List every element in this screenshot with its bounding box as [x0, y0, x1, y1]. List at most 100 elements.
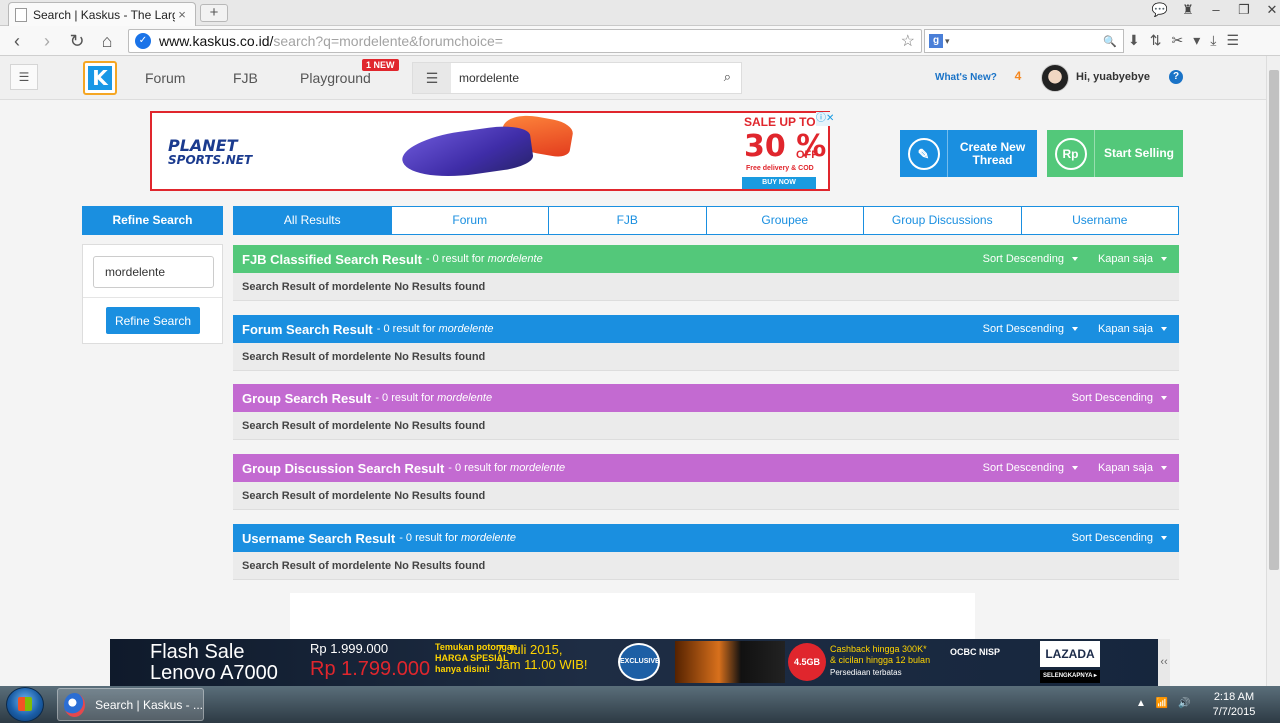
taskbar-browser-item[interactable]: Search | Kaskus - ... [57, 688, 204, 721]
kaskus-logo-icon: K [88, 66, 112, 90]
sort-dropdown[interactable]: Sort Descending [975, 323, 1090, 335]
start-button[interactable] [6, 687, 44, 722]
tab-fjb[interactable]: FJB [549, 206, 707, 235]
avatar[interactable] [1041, 64, 1069, 92]
refine-search-button[interactable]: Refine Search [106, 307, 200, 334]
download-extension-icon[interactable]: ⬇ [1128, 32, 1140, 49]
search-icon[interactable]: 🔍 [1103, 35, 1117, 48]
section-result-text: Search Result of mordelente No Results f… [233, 343, 1179, 371]
ad-brand-logo: PLANET SPORTS.NET [168, 138, 252, 168]
time-dropdown[interactable]: Kapan saja [1090, 323, 1179, 335]
section-controls: Sort Descending [1064, 532, 1179, 544]
flash-sale-ad[interactable]: Flash Sale Lenovo A7000 Rp 1.999.000 Rp … [110, 639, 1169, 686]
section-count-text: - 0 result for [376, 323, 436, 335]
section-header: FJB Classified Search Result - 0 result … [233, 245, 1179, 273]
nav-fjb[interactable]: FJB [233, 70, 258, 86]
collapse-ad-icon[interactable]: ‹‹ [1158, 639, 1170, 686]
help-icon[interactable]: ? [1169, 70, 1183, 84]
ad-sale-text: SALE UP TO [744, 115, 816, 129]
address-bar[interactable]: ✓ www.kaskus.co.id/ search?q=mordelente&… [128, 29, 922, 53]
network-icon[interactable]: 📶 [1156, 698, 1168, 709]
downloads-icon[interactable]: ⤓ [1210, 32, 1216, 49]
new-tab-button[interactable]: + [200, 4, 228, 22]
section-query: mordelente [460, 532, 516, 544]
user-greeting[interactable]: Hi, yuabyebye [1076, 71, 1150, 83]
time-dropdown[interactable]: Kapan saja [1090, 253, 1179, 265]
ad-buy-now-button[interactable]: BUY NOW [742, 177, 816, 189]
search-category-menu-icon[interactable]: ☰ [413, 63, 451, 93]
page-scrollbar[interactable] [1266, 56, 1280, 686]
flash-price-old: Rp 1.999.000 [310, 641, 389, 656]
tab-title: Search | Kaskus - The Larg [33, 7, 175, 22]
username-result-section: Username Search Result - 0 result for mo… [233, 524, 1179, 580]
home-button[interactable]: ⌂ [96, 30, 118, 52]
sort-label: Sort Descending [1071, 392, 1153, 404]
profile-icon[interactable]: ♜ [1174, 2, 1202, 18]
caret-down-icon [1161, 536, 1167, 540]
tab-groupee[interactable]: Groupee [706, 206, 864, 235]
tab-group-discussions[interactable]: Group Discussions [864, 206, 1022, 235]
kaskus-header: ☰ K Forum FJB Playground 1 NEW ☰ ⌕ What'… [0, 56, 1266, 100]
tab-all-results[interactable]: All Results [233, 206, 392, 235]
tab-forum[interactable]: Forum [391, 206, 549, 235]
nav-playground[interactable]: Playground [300, 70, 371, 86]
flash-date-line2: Jam 11.00 WIB! [496, 657, 588, 672]
sort-dropdown[interactable]: Sort Descending [1064, 392, 1179, 404]
browser-search-box[interactable]: g ▾ 🔍 [924, 29, 1124, 53]
bookmark-star-icon[interactable]: ☆ [901, 31, 915, 51]
clock-date: 7/7/2015 [1212, 706, 1256, 718]
tab-close-icon[interactable]: × [175, 7, 189, 22]
search-submit-icon[interactable]: ⌕ [724, 69, 731, 85]
search-engine-dropdown-icon[interactable]: ▾ [945, 36, 950, 47]
side-menu-button[interactable]: ☰ [10, 64, 38, 90]
chat-icon[interactable]: 💬 [1146, 2, 1174, 18]
forward-button[interactable]: › [36, 30, 58, 52]
browser-app-icon [64, 692, 86, 717]
scrollbar-thumb[interactable] [1269, 70, 1279, 570]
sort-dropdown[interactable]: Sort Descending [1064, 532, 1179, 544]
minimize-button[interactable]: – [1202, 2, 1230, 18]
search-input[interactable] [459, 69, 699, 87]
planet-sports-ad[interactable]: PLANET SPORTS.NET SALE UP TO 30 % OFF Fr… [150, 111, 830, 191]
caret-down-icon [1071, 327, 1078, 331]
section-count-text: - 0 result for [448, 462, 507, 474]
new-badge: 1 NEW [362, 59, 399, 71]
tab-username[interactable]: Username [1021, 206, 1179, 235]
search-engine-icon[interactable]: g [929, 34, 943, 48]
maximize-button[interactable]: ❐ [1230, 2, 1258, 18]
section-title: Group Search Result [242, 390, 372, 406]
kaskus-logo[interactable]: K [83, 61, 117, 95]
fjb-result-section: FJB Classified Search Result - 0 result … [233, 245, 1179, 301]
bank-logo: OCBC NISP [950, 647, 1001, 657]
extension-dropdown-icon[interactable]: ▾ [1193, 32, 1200, 49]
sync-extension-icon[interactable]: ⇅ [1150, 32, 1162, 49]
cashback-line1: Cashback hingga 300K* [830, 644, 927, 654]
browser-menu-icon[interactable]: ☰ [1226, 32, 1239, 49]
refine-search-input[interactable] [93, 256, 214, 288]
section-result-text: Search Result of mordelente No Results f… [233, 273, 1179, 301]
create-thread-button[interactable]: ✎ Create New Thread [900, 130, 1037, 177]
clip-extension-icon[interactable]: ✂ [1171, 32, 1183, 49]
volume-icon[interactable]: 🔊 [1178, 698, 1190, 709]
flash-price-new: Rp 1.799.000 [310, 658, 431, 680]
reload-button[interactable]: ↻ [66, 30, 88, 52]
extension-icons: ⬇ ⇅ ✂ ▾ ⤓ ☰ [1128, 32, 1239, 49]
section-count: - 0 result for mordelente [448, 462, 565, 474]
start-selling-button[interactable]: Rp Start Selling [1047, 130, 1183, 177]
time-dropdown[interactable]: Kapan saja [1090, 462, 1179, 474]
back-button[interactable]: ‹ [6, 30, 28, 52]
nav-forum[interactable]: Forum [145, 70, 185, 86]
show-hidden-icons-icon[interactable]: ▲ [1136, 698, 1146, 709]
sort-dropdown[interactable]: Sort Descending [975, 462, 1090, 474]
time-label: Kapan saja [1097, 462, 1153, 474]
whats-new-link[interactable]: What's New? [935, 72, 997, 83]
stock-text: Persediaan terbatas [830, 668, 902, 677]
ad-close-icon[interactable]: ⓘ✕ [816, 112, 834, 126]
close-window-button[interactable]: ✕ [1258, 2, 1280, 18]
notification-count[interactable]: 4 [1011, 69, 1025, 83]
sort-dropdown[interactable]: Sort Descending [975, 253, 1090, 265]
result-tabs: All Results Forum FJB Groupee Group Disc… [233, 206, 1179, 235]
system-clock[interactable]: 2:18 AM 7/7/2015 [1204, 690, 1264, 720]
flash-cta-button[interactable]: SELENGKAPNYA ▸ [1040, 670, 1100, 683]
browser-tab[interactable]: Search | Kaskus - The Larg × [8, 2, 196, 26]
